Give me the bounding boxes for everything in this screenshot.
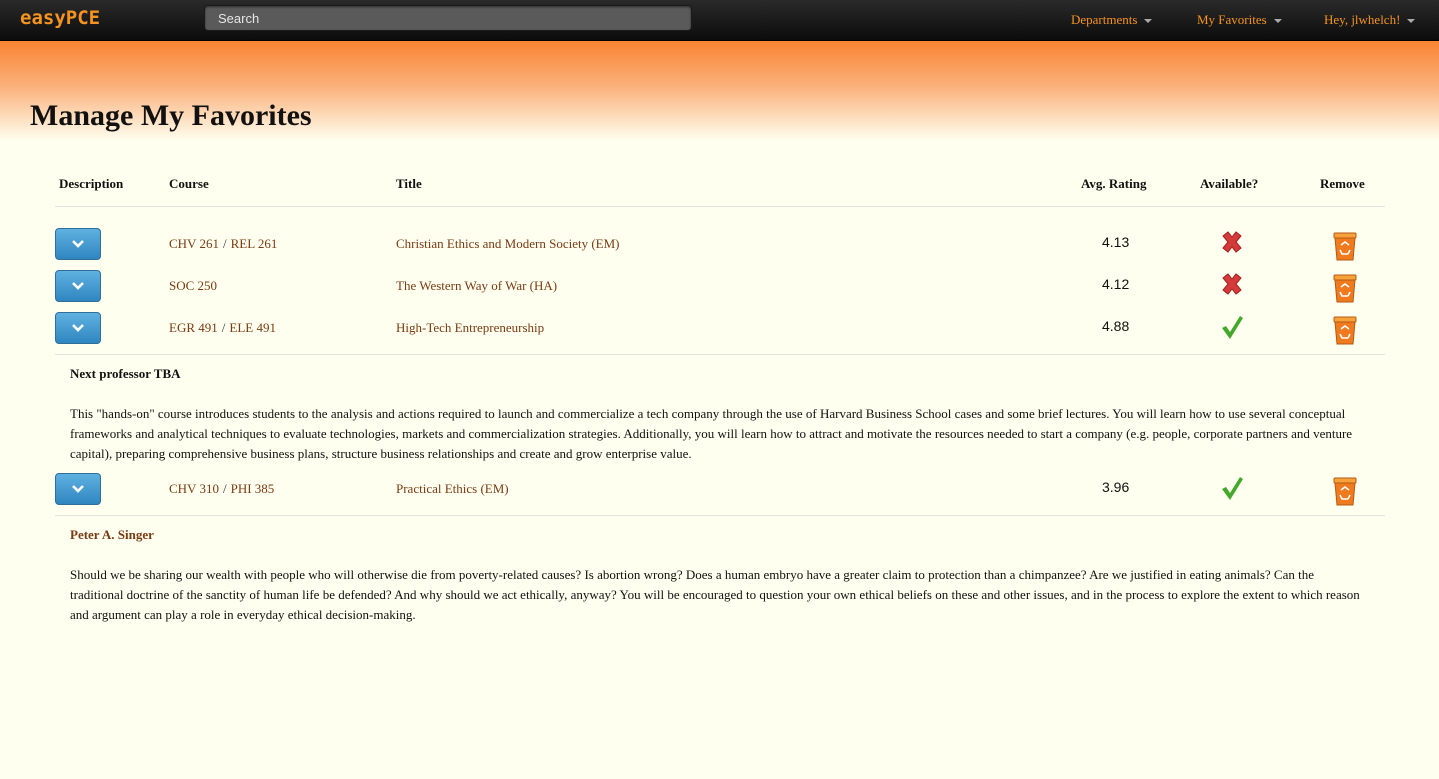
recycle-bin-icon[interactable] (1332, 273, 1358, 303)
row-divider (55, 515, 1385, 516)
course-separator: / (222, 481, 227, 496)
header-title: Title (396, 176, 422, 191)
header-available: Available? (1200, 176, 1259, 191)
course-title-link[interactable]: Practical Ethics (EM) (396, 481, 509, 497)
course-link[interactable]: CHV 310 (169, 481, 219, 496)
brand-logo[interactable]: easyPCE (20, 7, 100, 29)
header-divider (55, 206, 1385, 207)
course-link[interactable]: SOC 250 (169, 278, 217, 293)
chevron-down-icon (72, 485, 84, 493)
check-mark-icon (1222, 477, 1243, 500)
nav-departments-label: Departments (1071, 12, 1138, 27)
nav-user-menu[interactable]: Hey, jlwhelch! (1324, 12, 1416, 28)
caret-down-icon (1273, 19, 1282, 24)
chevron-down-icon (72, 282, 84, 290)
course-separator: / (222, 236, 227, 251)
table-row: CHV 310/ PHI 385 Practical Ethics (EM) 3.… (0, 473, 1439, 509)
header-description: Description (59, 176, 124, 191)
caret-down-icon (1407, 19, 1416, 24)
course-title-link[interactable]: Christian Ethics and Modern Society (EM) (396, 236, 620, 252)
chevron-down-icon (72, 240, 84, 248)
header-remove: Remove (1320, 176, 1365, 191)
header-course: Course (169, 176, 209, 191)
course-link[interactable]: PHI 385 (231, 481, 275, 496)
avg-rating: 4.12 (1102, 276, 1130, 292)
page-title: Manage My Favorites (30, 99, 312, 132)
professor-link[interactable]: Peter A. Singer (70, 527, 154, 543)
nav-my-favorites[interactable]: My Favorites (1197, 12, 1282, 28)
course-separator: / (221, 320, 226, 335)
caret-down-icon (1144, 19, 1153, 24)
check-mark-icon (1222, 316, 1243, 339)
recycle-bin-icon[interactable] (1332, 231, 1358, 261)
recycle-bin-icon[interactable] (1332, 476, 1358, 506)
nav-my-favorites-label: My Favorites (1197, 12, 1267, 27)
nav-user-label: Hey, jlwhelch! (1324, 12, 1401, 27)
course-codes: SOC 250 (169, 278, 217, 294)
expand-description-button[interactable] (55, 270, 101, 302)
table-row: SOC 250 The Western Way of War (HA) 4.12 (0, 270, 1439, 306)
x-mark-icon (1222, 231, 1242, 253)
course-codes: CHV 310/ PHI 385 (169, 481, 274, 497)
expand-description-button[interactable] (55, 228, 101, 260)
x-mark-icon (1222, 273, 1242, 295)
course-link[interactable]: EGR 491 (169, 320, 218, 335)
top-navbar: easyPCE Departments My Favorites Hey, jl… (0, 0, 1439, 41)
avg-rating: 4.88 (1102, 318, 1130, 334)
table-row: EGR 491/ELE 491 High-Tech Entrepreneursh… (0, 312, 1439, 348)
chevron-down-icon (72, 324, 84, 332)
course-link[interactable]: ELE 491 (229, 320, 276, 335)
course-title-link[interactable]: The Western Way of War (HA) (396, 278, 557, 294)
course-codes: CHV 261/ REL 261 (169, 236, 277, 252)
course-description: This "hands-on" course introduces studen… (70, 406, 1353, 461)
course-link[interactable]: CHV 261 (169, 236, 219, 251)
course-description: Should we be sharing our wealth with peo… (70, 567, 1360, 622)
header-avg-rating: Avg. Rating (1081, 176, 1147, 191)
search-input[interactable] (204, 5, 692, 31)
avg-rating: 3.96 (1102, 479, 1130, 495)
brand-part-pce: PCE (65, 7, 101, 29)
professor-name: Next professor TBA (70, 366, 181, 381)
course-title-link[interactable]: High-Tech Entrepreneurship (396, 320, 544, 336)
course-codes: EGR 491/ELE 491 (169, 320, 276, 336)
brand-part-easy: easy (20, 7, 66, 29)
table-row: CHV 261/ REL 261 Christian Ethics and Mod… (0, 228, 1439, 264)
course-link[interactable]: REL 261 (231, 236, 278, 251)
row-divider (55, 354, 1385, 355)
expand-description-button[interactable] (55, 312, 101, 344)
recycle-bin-icon[interactable] (1332, 315, 1358, 345)
expand-description-button[interactable] (55, 473, 101, 505)
avg-rating: 4.13 (1102, 234, 1130, 250)
nav-departments[interactable]: Departments (1071, 12, 1153, 28)
